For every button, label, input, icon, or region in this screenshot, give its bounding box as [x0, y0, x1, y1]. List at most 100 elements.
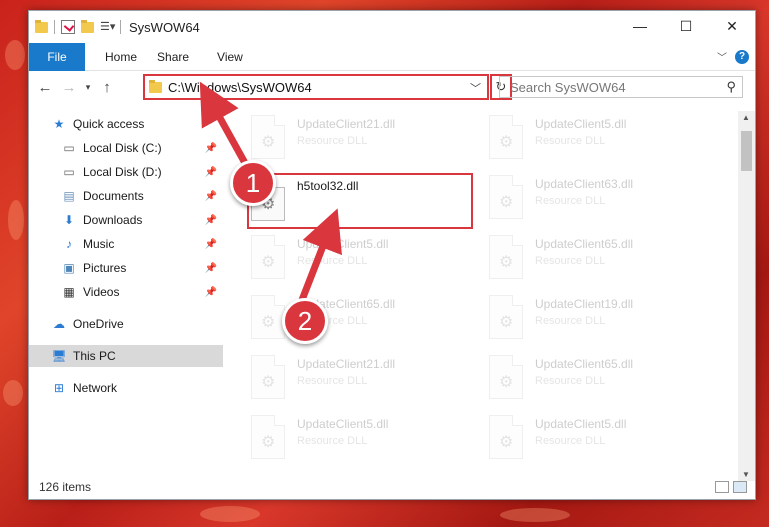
computer-icon: 🖥 — [51, 349, 67, 363]
file-highlight-box — [247, 173, 473, 229]
tab-view[interactable]: View — [217, 50, 243, 64]
tab-file[interactable]: File — [29, 42, 85, 71]
title-divider — [120, 20, 121, 34]
pin-icon[interactable]: 📌 — [205, 143, 217, 154]
search-placeholder: Search SysWOW64 — [510, 79, 626, 95]
sidebar-item-downloads[interactable]: ⬇ Downloads 📌 — [29, 209, 223, 231]
ribbon-tabs: File Home Share View ﹀ ? — [29, 42, 755, 71]
large-icons-view-icon[interactable] — [733, 481, 747, 493]
list-item[interactable]: ⚙ UpdateClient63.dll Resource DLL — [489, 175, 719, 225]
file-type: Resource DLL — [535, 315, 606, 327]
dll-file-icon: ⚙ — [251, 415, 285, 459]
file-name: UpdateClient5.dll — [297, 237, 389, 251]
explorer-window: ☰▾ SysWOW64 — ☐ ✕ File Home Share View ﹀… — [28, 10, 756, 500]
sidebar-item-label: Quick access — [73, 117, 145, 131]
ribbon-controls: ﹀ ? — [717, 49, 749, 64]
file-type: Resource DLL — [535, 135, 606, 147]
up-button[interactable]: ↑ — [95, 79, 119, 96]
list-item[interactable]: ⚙ UpdateClient65.dll Resource DLL — [489, 355, 719, 405]
file-name: UpdateClient5.dll — [535, 417, 627, 431]
new-folder-icon[interactable] — [81, 19, 94, 33]
help-icon[interactable]: ? — [735, 49, 749, 64]
sidebar-item-this-pc[interactable]: 🖥 This PC — [29, 345, 223, 367]
toolbar-divider — [54, 20, 55, 34]
maximize-button[interactable]: ☐ — [663, 11, 709, 41]
sidebar-item-network[interactable]: ⊞ Network — [29, 377, 223, 399]
list-item[interactable]: ⚙ UpdateClient5.dll Resource DLL — [251, 415, 481, 465]
forward-button[interactable]: → — [57, 79, 81, 96]
list-item[interactable]: ⚙ UpdateClient5.dll Resource DLL — [489, 115, 719, 165]
scroll-up-icon[interactable]: ▲ — [742, 113, 750, 122]
window-controls: — ☐ ✕ — [617, 11, 755, 41]
sidebar-item-documents[interactable]: ▤ Documents 📌 — [29, 185, 223, 207]
pin-icon[interactable]: 📌 — [205, 287, 217, 298]
star-icon: ★ — [53, 117, 65, 131]
file-type: Resource DLL — [297, 135, 368, 147]
sidebar-item-quick-access[interactable]: ★ Quick access — [29, 113, 223, 135]
file-type: Resource DLL — [297, 375, 368, 387]
list-item[interactable]: ⚙ UpdateClient65.dll Resource DLL — [489, 235, 719, 285]
search-icon[interactable]: ⚲ — [726, 79, 736, 95]
dll-file-icon: ⚙ — [251, 235, 285, 279]
list-item[interactable]: ⚙ UpdateClient5.dll Resource DLL — [489, 415, 719, 465]
tab-share[interactable]: Share — [157, 50, 189, 64]
sidebar-item-label: Network — [73, 381, 118, 395]
callout-step-1: 1 — [230, 160, 276, 206]
pin-icon[interactable]: 📌 — [205, 239, 217, 250]
back-button[interactable]: ← — [33, 79, 57, 96]
properties-icon[interactable] — [61, 20, 75, 34]
pin-icon[interactable]: 📌 — [205, 167, 217, 178]
list-item[interactable]: ⚙ UpdateClient21.dll Resource DLL — [251, 115, 481, 165]
sidebar-item-local-disk-c[interactable]: ▭ Local Disk (C:) 📌 — [29, 137, 223, 159]
quick-access-toolbar: ☰▾ — [35, 19, 115, 34]
file-type: Resource DLL — [297, 255, 368, 267]
dll-file-icon: ⚙ — [251, 355, 285, 399]
sidebar-item-music[interactable]: ♪ Music 📌 — [29, 233, 223, 255]
dll-file-icon: ⚙ — [489, 355, 523, 399]
expand-ribbon-icon[interactable]: ﹀ — [717, 49, 727, 64]
sidebar-item-label: Videos — [83, 285, 120, 299]
dll-file-icon: ⚙ — [489, 235, 523, 279]
file-type: Resource DLL — [535, 435, 606, 447]
sidebar-item-videos[interactable]: ▦ Videos 📌 — [29, 281, 223, 303]
close-button[interactable]: ✕ — [709, 11, 755, 41]
window-title: SysWOW64 — [129, 19, 200, 35]
sidebar-item-onedrive[interactable]: ☁ OneDrive — [29, 313, 223, 335]
list-item[interactable]: ⚙ UpdateClient21.dll Resource DLL — [251, 355, 481, 405]
sidebar-item-label: Downloads — [83, 213, 143, 227]
pin-icon[interactable]: 📌 — [205, 263, 217, 274]
network-icon: ⊞ — [53, 381, 65, 395]
dll-file-icon: ⚙ — [489, 175, 523, 219]
address-path[interactable]: C:\Windows\SysWOW64 — [168, 80, 312, 95]
drive-icon: ▭ — [63, 165, 75, 179]
videos-icon: ▦ — [63, 285, 75, 299]
tab-home[interactable]: Home — [105, 50, 137, 64]
minimize-button[interactable]: — — [617, 11, 663, 41]
search-input[interactable]: Search SysWOW64 ⚲ — [499, 76, 743, 98]
file-name: UpdateClient5.dll — [297, 417, 389, 431]
navigation-pane: ★ Quick access ▭ Local Disk (C:) 📌 ▭ Loc… — [29, 111, 223, 481]
vertical-scrollbar[interactable]: ▲ ▼ — [738, 111, 755, 481]
file-type: Resource DLL — [535, 255, 606, 267]
pictures-icon: ▣ — [63, 261, 75, 275]
address-bar[interactable]: C:\Windows\SysWOW64 ﹀ — [143, 74, 489, 100]
file-type: Resource DLL — [297, 435, 368, 447]
pin-icon[interactable]: 📌 — [205, 215, 217, 226]
customize-icon[interactable]: ☰▾ — [100, 20, 115, 34]
file-name: UpdateClient63.dll — [535, 177, 634, 191]
sidebar-item-local-disk-d[interactable]: ▭ Local Disk (D:) 📌 — [29, 161, 223, 183]
dll-file-icon: ⚙ — [489, 415, 523, 459]
list-item[interactable]: ⚙ UpdateClient5.dll Resource DLL — [251, 235, 481, 285]
sidebar-item-label: This PC — [73, 349, 116, 363]
file-type: Resource DLL — [535, 195, 606, 207]
download-icon: ⬇ — [63, 213, 75, 227]
folder-icon — [149, 79, 162, 93]
sidebar-item-pictures[interactable]: ▣ Pictures 📌 — [29, 257, 223, 279]
scrollbar-thumb[interactable] — [741, 131, 752, 171]
list-item[interactable]: ⚙ UpdateClient19.dll Resource DLL — [489, 295, 719, 345]
chevron-down-icon[interactable]: ﹀ — [470, 80, 481, 96]
item-count: 126 items — [39, 480, 92, 494]
details-view-icon[interactable] — [715, 481, 729, 493]
pin-icon[interactable]: 📌 — [205, 191, 217, 202]
recent-locations-icon[interactable]: ▾ — [81, 82, 95, 93]
